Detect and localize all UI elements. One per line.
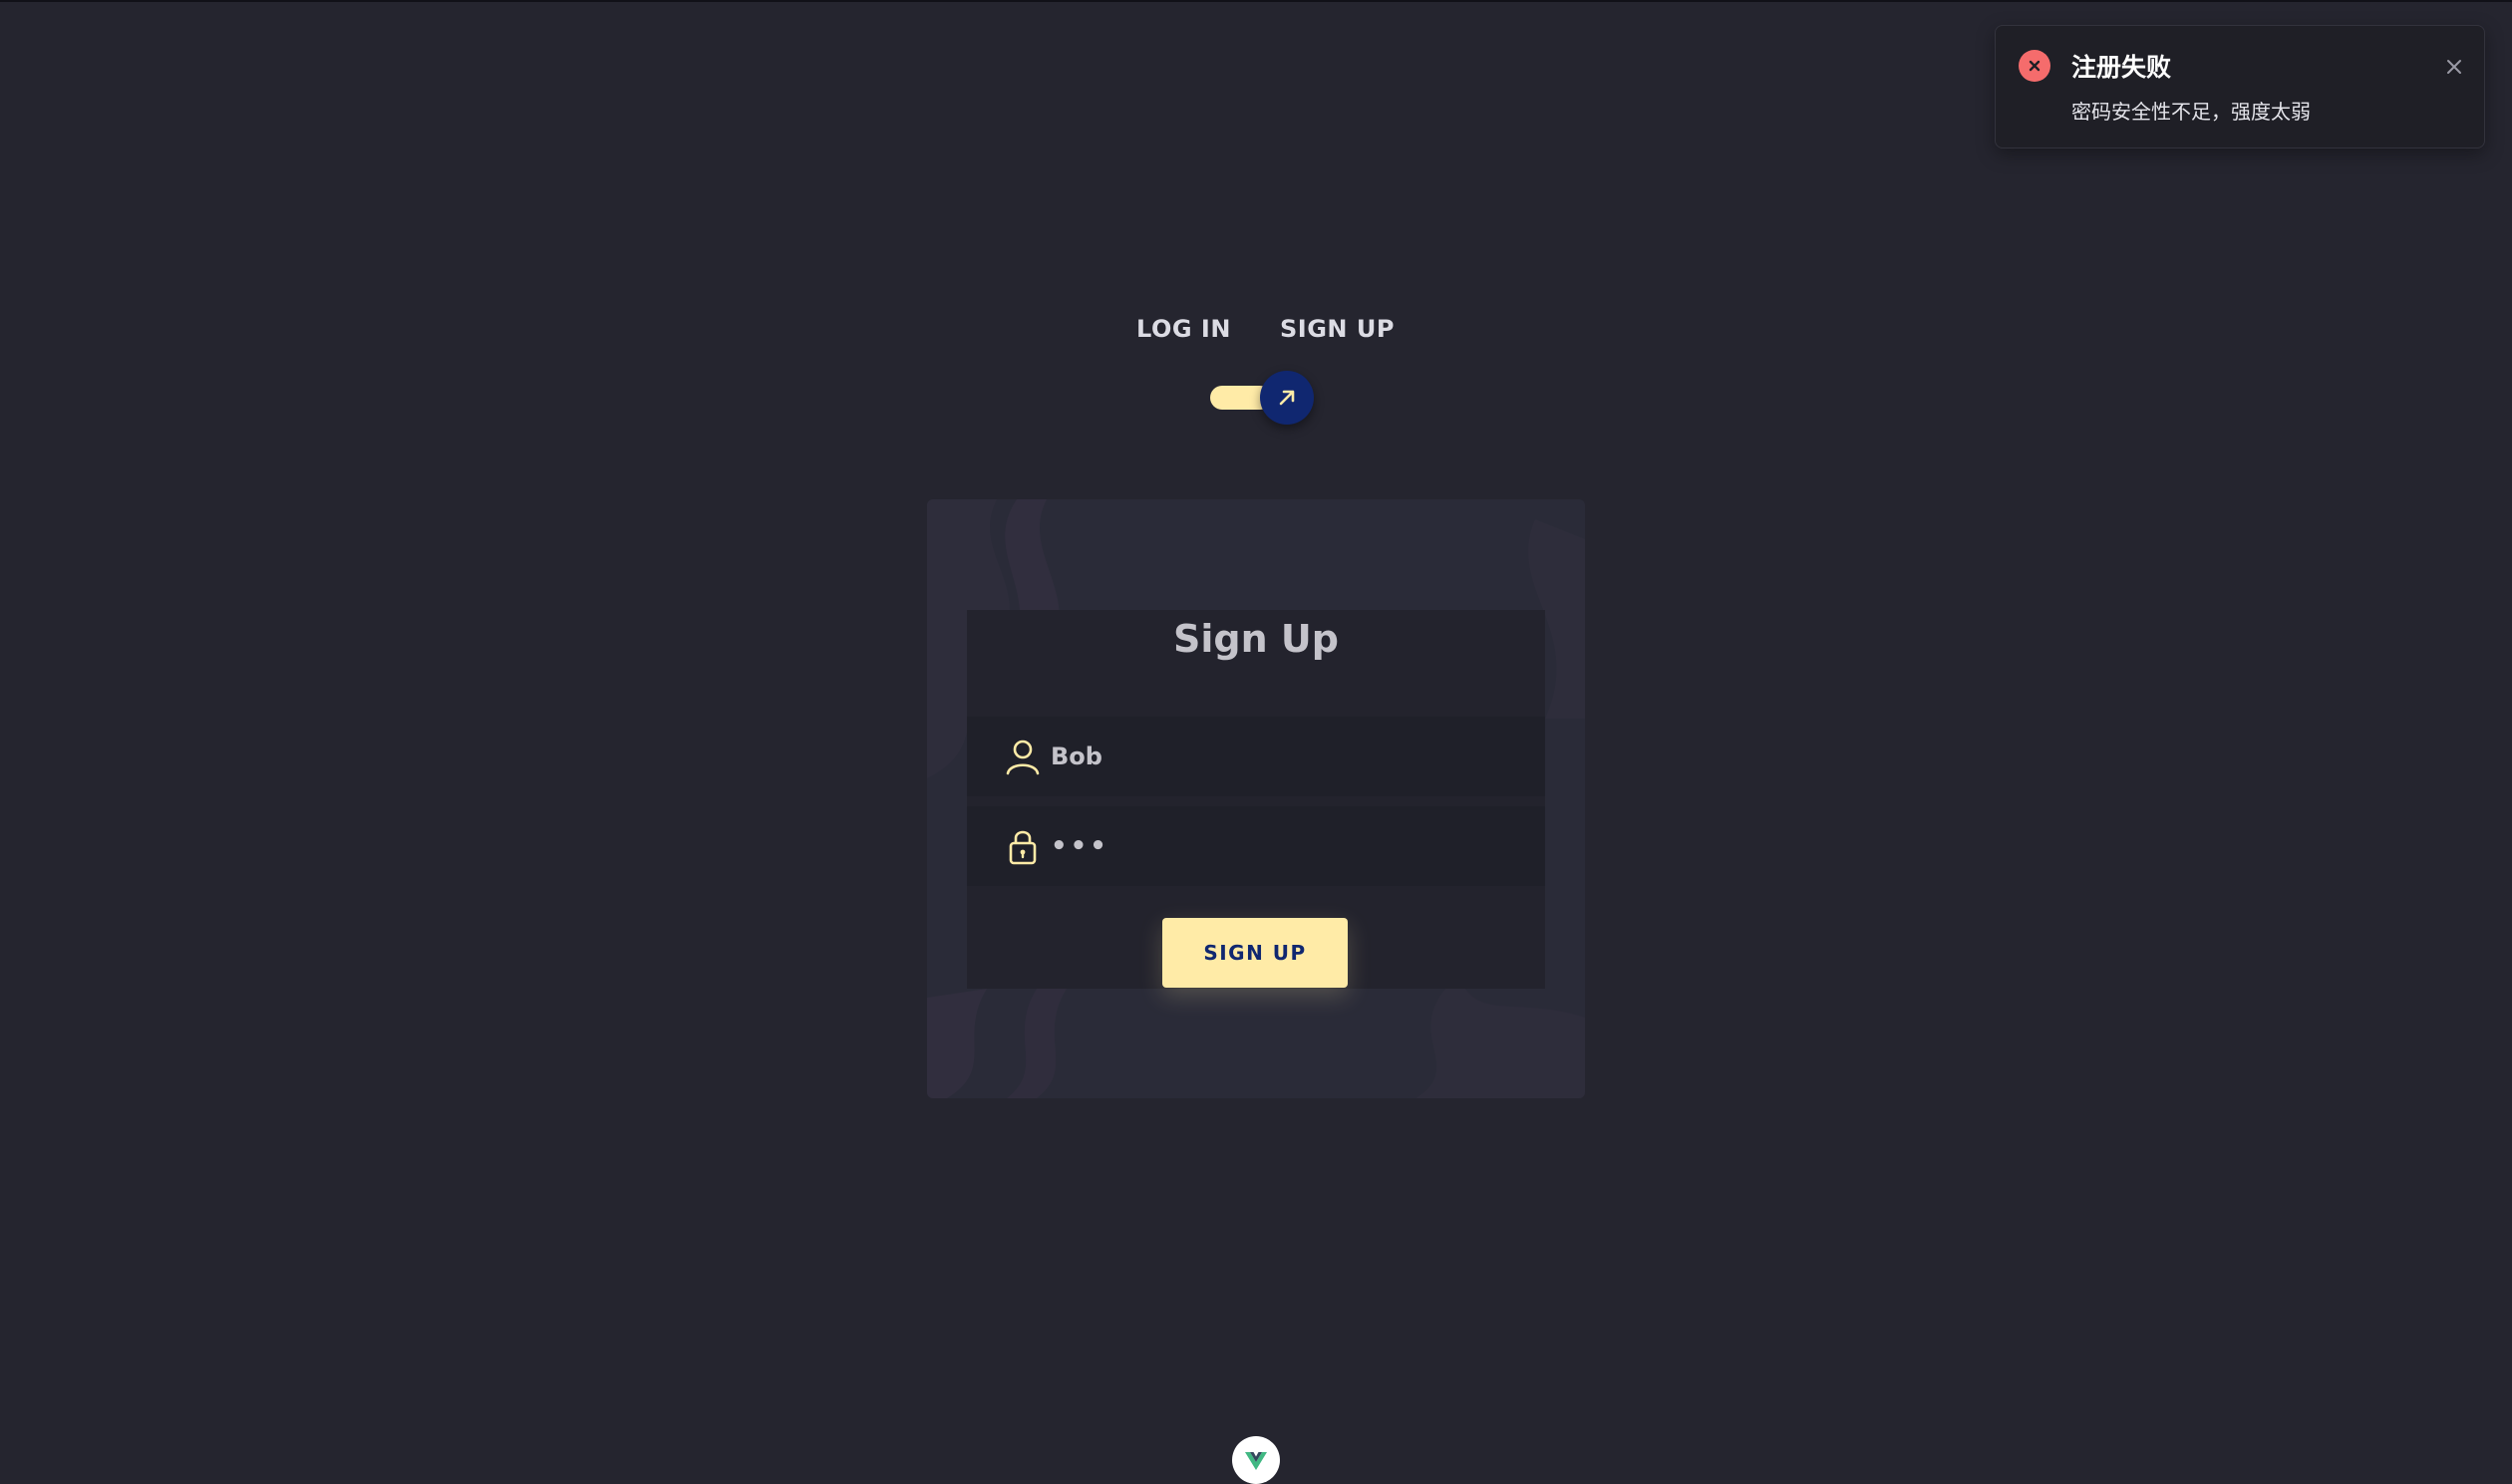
error-notification: 注册失败 密码安全性不足，强度太弱 (1995, 25, 2485, 148)
notification-message: 密码安全性不足，强度太弱 (2071, 100, 2311, 124)
user-icon (1006, 740, 1040, 775)
top-border (0, 0, 2512, 2)
auth-tabs: LOG IN SIGN UP (0, 315, 2512, 355)
signup-card: Sign Up SIGN UP (927, 499, 1585, 1098)
password-field (967, 806, 1545, 886)
username-input[interactable] (1051, 735, 1509, 778)
error-circle-icon (2019, 50, 2050, 82)
vue-logo-icon[interactable] (1232, 1436, 1280, 1484)
notification-title: 注册失败 (2071, 53, 2172, 82)
username-field (967, 717, 1545, 796)
toggle-knob[interactable] (1260, 371, 1314, 425)
close-icon[interactable] (2443, 56, 2465, 78)
tab-signup[interactable]: SIGN UP (1280, 315, 1395, 343)
form-title: Sign Up (1173, 617, 1339, 661)
arrow-up-right-icon (1279, 390, 1295, 406)
tab-login[interactable]: LOG IN (1136, 315, 1231, 343)
password-input[interactable] (1051, 824, 1509, 868)
signup-submit-button[interactable]: SIGN UP (1162, 918, 1348, 988)
lock-icon (1009, 830, 1037, 865)
